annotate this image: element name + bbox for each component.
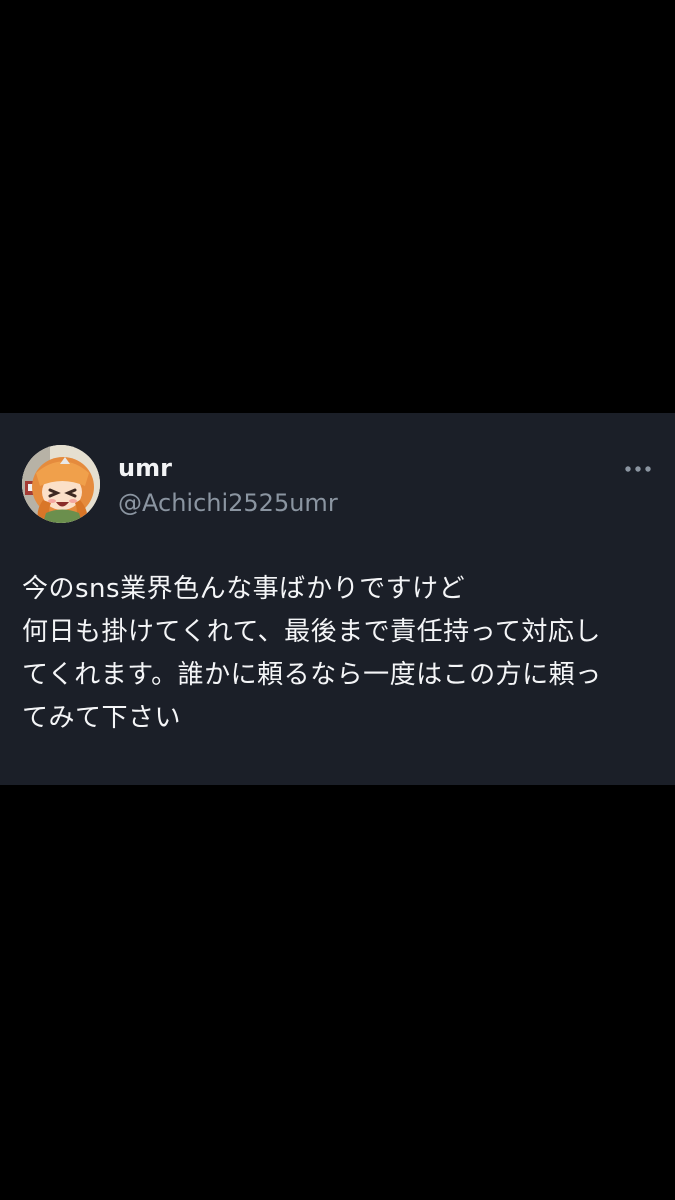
tweet-text-line: 何日も掛けてくれて、最後まで責任持って対応し: [22, 617, 601, 647]
avatar[interactable]: [22, 445, 100, 523]
more-options-button[interactable]: [620, 455, 656, 483]
more-horizontal-icon: [625, 466, 651, 472]
tweet-text-line: てみて下さい: [22, 703, 182, 733]
tweet-text-line: てくれます。誰かに頼るなら一度はこの方に頼っ: [22, 660, 602, 690]
anime-character-avatar-icon: [22, 445, 100, 523]
user-handle[interactable]: @Achichi2525umr: [118, 488, 338, 518]
tweet-text-line: 今のsns業界色んな事ばかりですけど: [22, 574, 466, 604]
screenshot-frame: umr @Achichi2525umr 今のsns業界色んな事ばかりですけど 何…: [0, 0, 675, 1200]
tweet-text: 今のsns業界色んな事ばかりですけど 何日も掛けてくれて、最後まで責任持って対応…: [22, 568, 652, 740]
display-name[interactable]: umr: [118, 454, 172, 482]
